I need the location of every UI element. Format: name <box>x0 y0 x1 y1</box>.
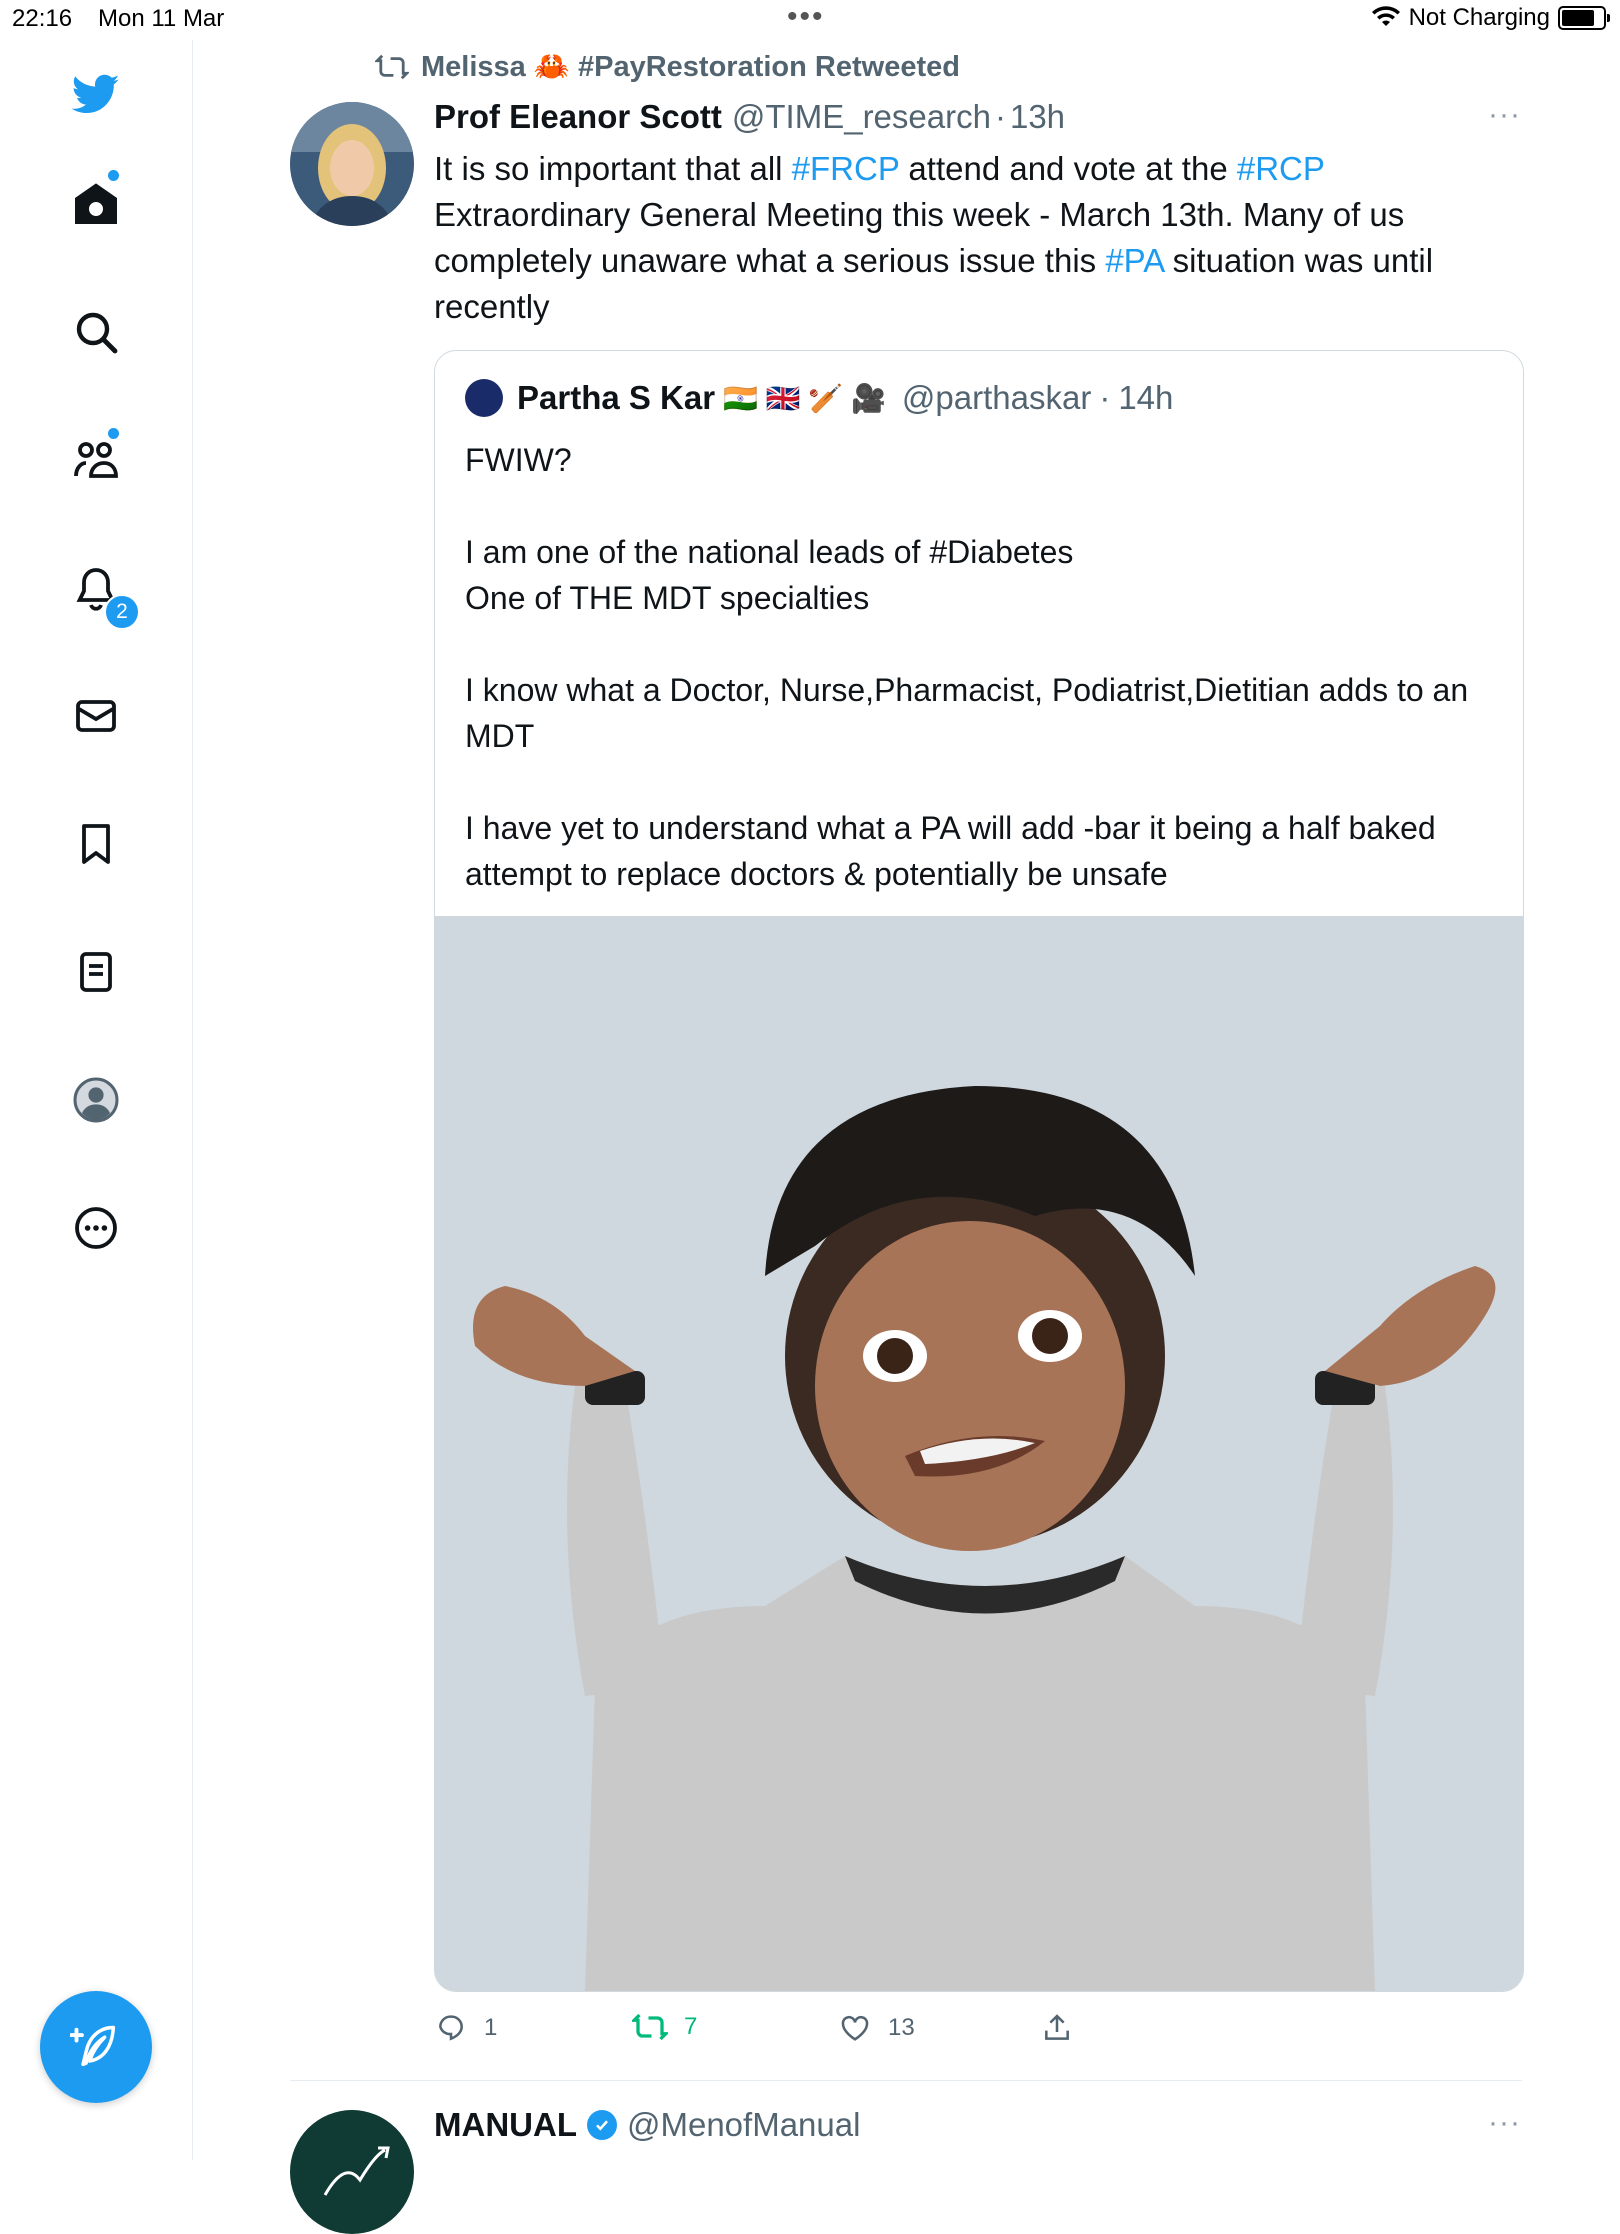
reply-action[interactable]: 1 <box>434 2012 497 2044</box>
tweet-more-icon[interactable]: ··· <box>1488 98 1521 132</box>
retweet-icon <box>375 54 409 80</box>
like-action[interactable]: 13 <box>838 2012 915 2044</box>
time-separator: · <box>1099 379 1111 416</box>
shrugging-memoji-illustration <box>435 916 1523 1991</box>
compose-feather-icon <box>70 2025 116 2067</box>
profile-avatar-icon[interactable] <box>62 1066 130 1134</box>
tweet-text-segment: attend and vote at the <box>899 150 1237 187</box>
battery-icon <box>1558 6 1610 30</box>
verified-badge-icon <box>586 2110 617 2140</box>
sidebar: 2 <box>0 40 193 2160</box>
compose-tweet-button[interactable] <box>40 1991 152 2103</box>
tweet-header: Prof Eleanor Scott @TIME_research · 13h <box>434 98 1065 136</box>
share-icon <box>1045 2014 1069 2040</box>
more-options-icon[interactable] <box>62 1194 130 1262</box>
status-right: Not Charging <box>1371 4 1610 32</box>
tweet-divider <box>290 2080 1522 2081</box>
search-icon[interactable] <box>62 298 130 366</box>
home-unread-dot <box>108 170 119 181</box>
quoted-tweet-time: 14h <box>1118 379 1174 416</box>
status-time: 22:16 <box>12 5 73 32</box>
next-author-handle[interactable]: @MenofManual <box>627 2106 860 2144</box>
tweet-text-segment: It is so important that all <box>434 150 792 187</box>
status-date: Mon 11 Mar <box>98 5 225 32</box>
reply-count: 1 <box>484 2014 498 2041</box>
tweet-time[interactable]: 13h <box>1010 98 1065 136</box>
hashtag-link[interactable]: #FRCP <box>792 150 900 187</box>
tweet-text: It is so important that all #FRCP attend… <box>434 146 1524 330</box>
hashtag-link[interactable]: #RCP <box>1237 150 1324 187</box>
quoted-tweet[interactable]: Partha S Kar 🇮🇳 🇬🇧 🏏 🎥 @parthaskar · 14h… <box>434 350 1524 1992</box>
messages-envelope-icon[interactable] <box>62 682 130 750</box>
heart-icon <box>841 2015 869 2041</box>
multitasking-dots-icon[interactable]: ••• <box>787 0 825 34</box>
next-tweet-more-icon[interactable]: ··· <box>1488 2106 1521 2140</box>
share-action[interactable] <box>1040 2012 1074 2044</box>
author-handle[interactable]: @TIME_research <box>732 98 991 136</box>
quoted-author-handle: @parthaskar <box>901 379 1092 416</box>
hashtag-link[interactable]: #PA <box>1105 242 1163 279</box>
like-count: 13 <box>888 2014 915 2041</box>
wifi-icon <box>1371 6 1400 26</box>
retweet-icon <box>632 2013 668 2041</box>
author-avatar[interactable] <box>290 102 414 226</box>
bookmarks-icon[interactable] <box>62 810 130 878</box>
quoted-author-avatar <box>465 379 503 417</box>
quoted-author-emojis: 🇮🇳 🇬🇧 🏏 🎥 <box>723 382 886 414</box>
next-author-name[interactable]: MANUAL <box>434 2106 577 2144</box>
retweet-context[interactable]: Melissa 🦀 #PayRestoration Retweeted <box>375 50 960 84</box>
next-tweet-header: MANUAL @MenofManual <box>434 2106 860 2144</box>
quoted-tweet-media[interactable] <box>435 916 1523 1991</box>
quoted-tweet-header: Partha S Kar 🇮🇳 🇬🇧 🏏 🎥 @parthaskar · 14h <box>465 379 1173 417</box>
retweet-action[interactable]: 7 <box>632 2012 697 2042</box>
lists-icon[interactable] <box>62 938 130 1006</box>
communities-unread-dot <box>108 428 119 439</box>
retweet-count: 7 <box>684 2013 698 2040</box>
notifications-count-badge: 2 <box>104 594 140 630</box>
author-name[interactable]: Prof Eleanor Scott <box>434 98 722 136</box>
twitter-logo-icon[interactable] <box>62 60 130 128</box>
quoted-tweet-text: FWIW? I am one of the national leads of … <box>465 442 1469 892</box>
next-author-avatar[interactable] <box>290 2110 414 2234</box>
reply-icon <box>439 2015 463 2041</box>
time-separator: · <box>994 98 1006 135</box>
charging-status: Not Charging <box>1408 4 1550 31</box>
home-icon[interactable] <box>62 170 130 238</box>
status-bar: 22:16 Mon 11 Mar ••• Not Charging <box>0 0 1620 40</box>
retweeted-by-text: Melissa 🦀 #PayRestoration Retweeted <box>421 51 960 83</box>
quoted-author-name: Partha S Kar <box>517 379 716 416</box>
communities-icon[interactable] <box>62 426 130 494</box>
